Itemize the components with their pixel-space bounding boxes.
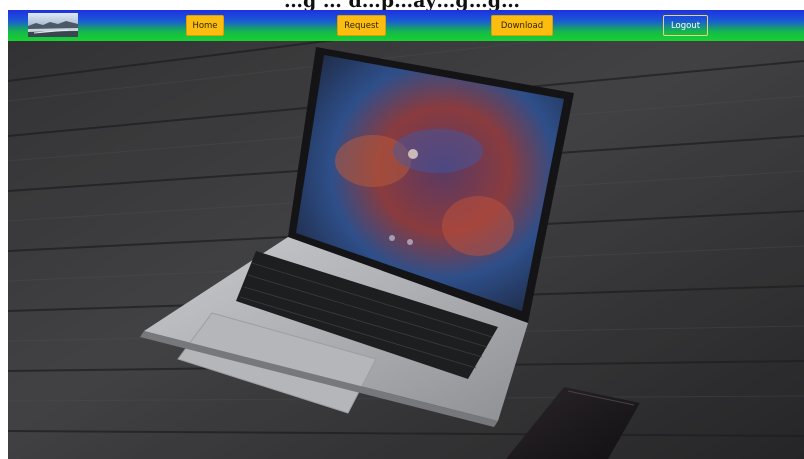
home-button[interactable]: Home <box>186 15 224 36</box>
download-button[interactable]: Download <box>491 15 553 36</box>
page: …g … d…p…ay…g…g… Home Request Download L… <box>0 0 804 459</box>
hero-image <box>8 41 804 459</box>
logout-button[interactable]: Logout <box>663 15 708 36</box>
request-button[interactable]: Request <box>337 15 386 36</box>
landscape-logo-icon[interactable] <box>28 13 78 37</box>
laptop-on-wooden-floor-photo <box>8 41 804 459</box>
navbar: Home Request Download Logout <box>8 10 804 41</box>
